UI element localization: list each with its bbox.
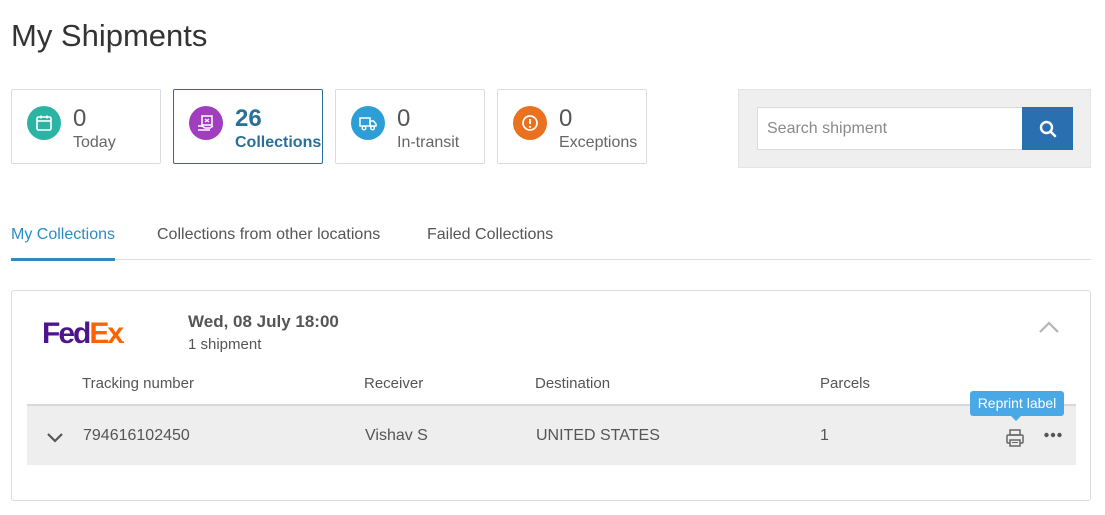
stat-count: 26: [235, 105, 262, 132]
alert-icon: [513, 106, 547, 140]
column-header-destination: Destination: [535, 375, 611, 392]
stat-count: 0: [397, 105, 411, 132]
search-input[interactable]: [757, 107, 1023, 150]
tooltip-arrow: [1010, 415, 1022, 421]
tab-my-collections[interactable]: My Collections: [11, 226, 116, 261]
receiver-name: Vishav S: [365, 427, 428, 444]
stat-count: 0: [559, 105, 573, 132]
tracking-number: 794616102450: [83, 427, 190, 444]
stat-count: 0: [73, 105, 87, 132]
calendar-icon: [27, 106, 61, 140]
parcel-count: 1: [820, 427, 829, 444]
collection-card: FedEx. Wed, 08 July 18:00 1 shipment Tra…: [11, 290, 1091, 501]
stat-label: Exceptions: [559, 134, 638, 151]
printer-icon[interactable]: [1004, 427, 1026, 449]
truck-icon: [351, 106, 385, 140]
column-header-receiver: Receiver: [364, 375, 424, 392]
parcel-pickup-icon: [189, 106, 223, 140]
collection-date: Wed, 08 July 18:00: [188, 312, 339, 331]
collection-tabs: My Collections Collections from other lo…: [11, 222, 1091, 261]
tab-collections-other-locations[interactable]: Collections from other locations: [157, 226, 380, 258]
stat-label: Collections: [235, 134, 322, 151]
destination: UNITED STATES: [536, 427, 660, 444]
tab-failed-collections[interactable]: Failed Collections: [427, 226, 553, 258]
fedex-logo: FedEx.: [42, 317, 125, 350]
stat-label: Today: [73, 134, 116, 151]
chevron-up-icon[interactable]: [1037, 319, 1061, 335]
search-icon: [1039, 120, 1056, 137]
search-button[interactable]: [1022, 107, 1073, 150]
stat-card-in-transit[interactable]: 0 In-transit: [335, 89, 485, 164]
stat-card-today[interactable]: 0 Today: [11, 89, 161, 164]
shipment-count: 1 shipment: [188, 336, 262, 353]
more-options-icon[interactable]: [1043, 431, 1063, 439]
stat-card-collections[interactable]: 26 Collections: [173, 89, 323, 164]
table-row[interactable]: 794616102450 Vishav S UNITED STATES 1: [27, 404, 1076, 465]
page-title: My Shipments: [11, 18, 208, 53]
column-header-parcels: Parcels: [820, 375, 871, 392]
column-header-tracking: Tracking number: [82, 375, 194, 392]
stat-card-exceptions[interactable]: 0 Exceptions: [497, 89, 647, 164]
chevron-down-icon[interactable]: [45, 430, 65, 444]
stat-label: In-transit: [397, 134, 460, 151]
reprint-label-tooltip: Reprint label: [970, 391, 1064, 416]
search-panel: [738, 89, 1091, 168]
